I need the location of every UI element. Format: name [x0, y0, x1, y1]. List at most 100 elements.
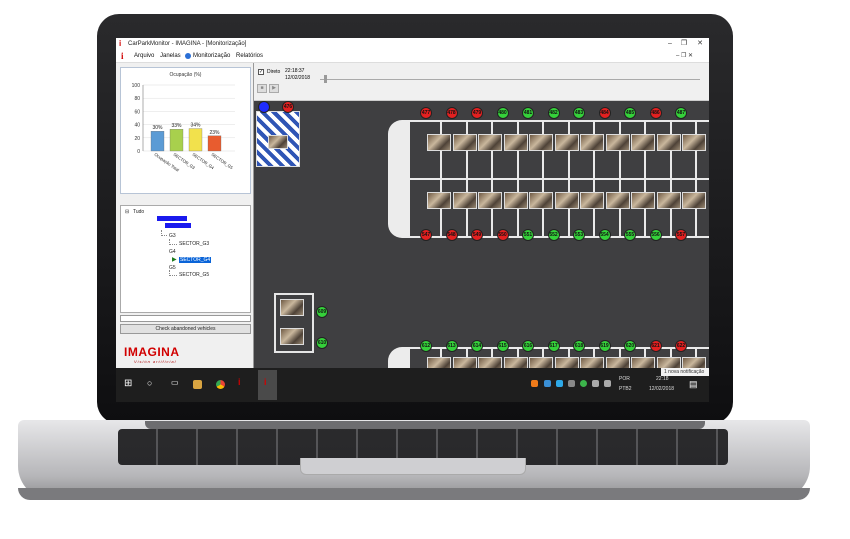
camera-thumbnail[interactable] [580, 192, 604, 209]
parking-spot-badge[interactable]: 484 [598, 107, 611, 119]
camera-thumbnail[interactable] [656, 134, 681, 151]
camera-thumbnail[interactable] [503, 357, 528, 368]
mdi-window-buttons[interactable]: – ❐ ✕ [676, 52, 693, 59]
language-indicator[interactable]: POR [619, 376, 630, 382]
camera-thumbnail[interactable] [478, 192, 502, 209]
parking-spot-badge[interactable]: 614 [471, 340, 483, 352]
menu-monitorizacao[interactable]: Monitorização [193, 53, 230, 59]
parking-spot-badge[interactable]: 479 [471, 107, 483, 119]
tree-item-sector-g4[interactable]: SECTOR_G4 [179, 257, 212, 263]
parking-spot-badge[interactable] [258, 101, 270, 113]
tray-icon[interactable] [531, 380, 538, 387]
tree-group-g4[interactable]: G4 [169, 249, 176, 255]
camera-thumbnail[interactable] [682, 134, 706, 151]
camera-thumbnail[interactable] [656, 192, 681, 209]
camera-thumbnail[interactable] [529, 134, 553, 151]
parking-spot-badge[interactable]: 557 [675, 229, 687, 241]
camera-thumbnail[interactable] [529, 357, 553, 368]
stop-button[interactable]: ■ [257, 84, 267, 93]
camera-thumbnail[interactable] [452, 192, 477, 209]
parking-spot-badge[interactable]: 617 [547, 340, 560, 352]
camera-thumbnail[interactable] [605, 192, 630, 209]
camera-thumbnail[interactable] [529, 192, 553, 209]
close-button[interactable]: ✕ [694, 39, 706, 49]
search-icon[interactable]: ○ [147, 378, 152, 388]
camera-thumbnail[interactable] [656, 357, 681, 368]
direto-checkbox[interactable]: ✓ [258, 69, 264, 75]
parking-spot-badge[interactable]: 549 [471, 229, 483, 241]
parking-spot-badge[interactable]: 618 [573, 340, 585, 352]
camera-thumbnail[interactable] [280, 328, 304, 345]
parking-spot-badge[interactable]: 552 [547, 229, 560, 241]
timeline-track[interactable] [320, 79, 700, 80]
app-taskbar-icon-2[interactable]: i [264, 377, 267, 387]
camera-thumbnail[interactable] [452, 357, 477, 368]
parking-spot-badge[interactable]: 478 [445, 107, 458, 119]
notification-toast[interactable]: 1 nova notificação [661, 368, 709, 376]
check-abandoned-button[interactable]: Check abandoned vehicles [120, 324, 251, 334]
parking-spot-badge[interactable]: 548 [445, 229, 458, 241]
restore-button[interactable]: ❐ [678, 39, 690, 49]
parking-spot-badge[interactable]: 485 [624, 107, 636, 119]
camera-thumbnail[interactable] [605, 357, 630, 368]
camera-thumbnail[interactable] [478, 357, 502, 368]
parking-spot-badge[interactable]: 619 [598, 340, 611, 352]
cloud-icon[interactable] [568, 380, 575, 387]
task-view-icon[interactable]: ▭ [171, 378, 179, 387]
parking-spot-badge[interactable]: 554 [598, 229, 611, 241]
parking-spot-badge[interactable]: 613 [445, 340, 458, 352]
parking-spot-badge[interactable]: 487 [675, 107, 687, 119]
camera-thumbnail[interactable] [478, 134, 502, 151]
app-taskbar-icon-1[interactable]: i [238, 377, 241, 387]
camera-thumbnail[interactable] [631, 192, 655, 209]
tray-icon[interactable] [556, 380, 563, 387]
parking-spot-badge[interactable]: 622 [675, 340, 687, 352]
camera-thumbnail[interactable] [452, 134, 477, 151]
camera-thumbnail[interactable] [554, 134, 579, 151]
camera-thumbnail[interactable] [427, 357, 451, 368]
camera-thumbnail[interactable] [631, 134, 655, 151]
camera-thumbnail[interactable] [503, 134, 528, 151]
volume-icon[interactable] [604, 380, 611, 387]
parking-spot-badge[interactable]: 555 [624, 229, 636, 241]
parking-spot-badge[interactable]: 550 [496, 229, 509, 241]
camera-thumbnail[interactable] [268, 135, 288, 149]
network-icon[interactable] [592, 380, 599, 387]
parking-spot-badge[interactable]: 480 [496, 107, 509, 119]
menu-arquivo[interactable]: Arquivo [134, 53, 154, 59]
camera-thumbnail[interactable] [427, 134, 451, 151]
parking-spot-badge[interactable]: 482 [547, 107, 560, 119]
tree-expander-icon[interactable]: ⊟ [125, 209, 129, 215]
camera-thumbnail[interactable] [280, 299, 304, 316]
windows-start-icon[interactable]: ⊞ [124, 378, 132, 389]
minimize-button[interactable]: – [664, 39, 676, 49]
menu-relatorios[interactable]: Relatórios [236, 53, 263, 59]
parking-spot-badge[interactable]: 486 [649, 107, 662, 119]
play-button[interactable]: ▶ [269, 84, 279, 93]
camera-thumbnail[interactable] [554, 192, 579, 209]
camera-thumbnail[interactable] [631, 357, 655, 368]
camera-thumbnail[interactable] [605, 134, 630, 151]
notification-icon[interactable]: ▤ [689, 379, 698, 390]
parking-spot-badge[interactable]: 483 [573, 107, 585, 119]
tree-item-sector-g3[interactable]: SECTOR_G3 [179, 241, 209, 247]
timeline-thumb[interactable] [324, 75, 327, 83]
tree-root[interactable]: Tudo [133, 209, 144, 215]
keyboard-indicator[interactable]: PTB2 [619, 386, 632, 392]
clock-date[interactable]: 12/02/2018 [649, 386, 674, 392]
file-explorer-icon[interactable] [193, 380, 202, 389]
parking-spot-badge[interactable]: 481 [522, 107, 534, 119]
tree-item-sector-g5[interactable]: SECTOR_G5 [179, 272, 209, 278]
tray-icon[interactable] [544, 380, 551, 387]
parking-spot-badge[interactable]: 621 [649, 340, 662, 352]
parking-spot-badge[interactable]: 620 [624, 340, 636, 352]
camera-thumbnail[interactable] [682, 192, 706, 209]
parking-spot-badge[interactable]: 476 [282, 101, 294, 113]
camera-thumbnail[interactable] [554, 357, 579, 368]
camera-thumbnail[interactable] [580, 134, 604, 151]
menu-janelas[interactable]: Janelas [160, 53, 181, 59]
camera-thumbnail[interactable] [503, 192, 528, 209]
parking-spot-badge[interactable]: 553 [573, 229, 585, 241]
parking-spot-badge[interactable]: 556 [649, 229, 662, 241]
clock-time[interactable]: 22:18 [656, 376, 669, 382]
